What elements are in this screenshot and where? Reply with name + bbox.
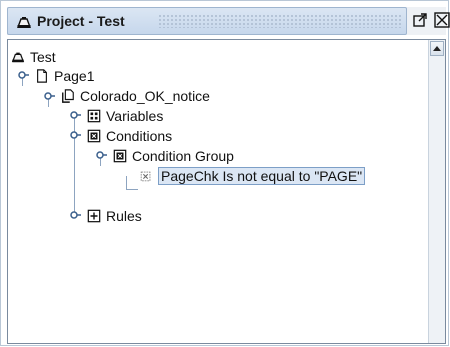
tree-line xyxy=(126,176,127,190)
tree-node-page1[interactable]: Page1 xyxy=(35,66,94,86)
title-bar[interactable]: Project - Test xyxy=(7,7,450,35)
scroll-up-button[interactable] xyxy=(430,41,444,56)
project-window: Project - Test Test Page1 Colorado_OK_no… xyxy=(0,0,450,346)
tree-node-label: Page1 xyxy=(54,68,95,84)
tree-node-label: Rules xyxy=(106,208,142,224)
tree-node-label: Conditions xyxy=(106,128,173,144)
tree-node-rules[interactable]: Rules xyxy=(87,206,142,226)
expand-handle-icon[interactable] xyxy=(43,92,55,102)
tree-node-condition-group[interactable]: Condition Group xyxy=(113,146,234,166)
window-title: Project - Test xyxy=(37,13,125,29)
condition-group-icon xyxy=(113,149,127,163)
tree-node-label: Colorado_OK_notice xyxy=(80,88,210,104)
tree-node-pagechk-condition[interactable]: PageChk Is not equal to "PAGE" xyxy=(139,166,366,186)
tree-node-colorado-ok-notice[interactable]: Colorado_OK_notice xyxy=(61,86,210,106)
tree-node-label: Variables xyxy=(106,108,164,124)
project-tree[interactable]: Test Page1 Colorado_OK_notice Variables … xyxy=(8,40,428,343)
project-icon xyxy=(11,52,25,63)
tree-node-conditions[interactable]: Conditions xyxy=(87,126,172,146)
page-icon xyxy=(37,69,47,83)
close-icon[interactable] xyxy=(433,11,450,29)
float-icon[interactable] xyxy=(411,11,429,29)
expand-handle-icon[interactable] xyxy=(69,131,81,141)
expand-handle-icon[interactable] xyxy=(95,151,107,161)
tree-node-variables[interactable]: Variables xyxy=(87,106,163,126)
tree-node-label: Condition Group xyxy=(132,148,234,164)
rules-icon xyxy=(87,209,101,223)
project-icon xyxy=(16,17,32,28)
collapsed-handle-icon[interactable] xyxy=(69,211,81,221)
collapsed-handle-icon[interactable] xyxy=(69,111,81,121)
title-tab[interactable]: Project - Test xyxy=(7,7,407,35)
conditions-icon xyxy=(87,129,101,143)
tree-node-test[interactable]: Test xyxy=(11,47,56,67)
tree-node-label: PageChk Is not equal to "PAGE" xyxy=(158,167,366,185)
tree-line xyxy=(126,189,138,190)
tree-node-label: Test xyxy=(30,49,56,65)
expand-handle-icon[interactable] xyxy=(17,71,29,81)
vertical-scrollbar[interactable] xyxy=(428,40,445,343)
document-icon xyxy=(62,89,74,103)
variables-icon xyxy=(87,109,101,123)
title-grip xyxy=(158,14,403,28)
tree-panel: Test Page1 Colorado_OK_notice Variables … xyxy=(7,39,446,344)
condition-icon xyxy=(140,171,151,182)
arrow-up-icon xyxy=(433,46,441,51)
